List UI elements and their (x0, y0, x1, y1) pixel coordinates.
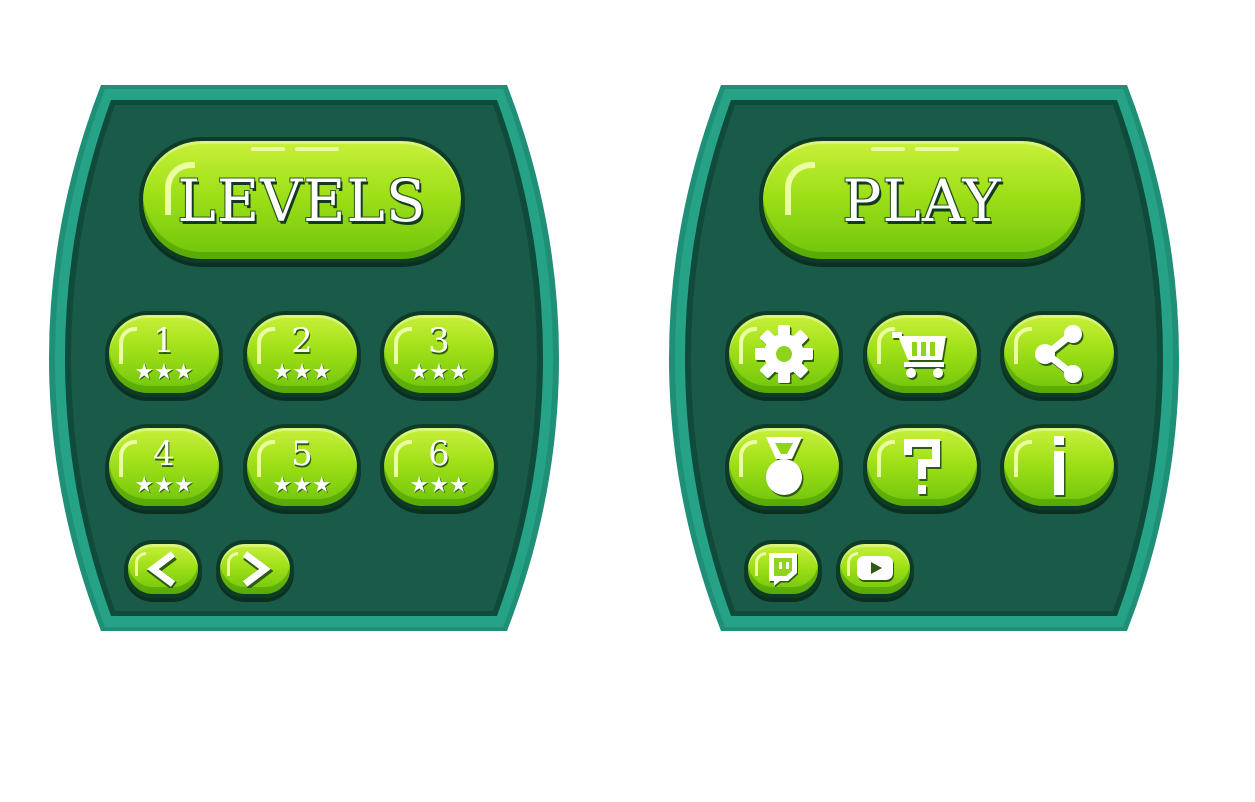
question-icon (904, 439, 942, 496)
help-button[interactable] (863, 424, 981, 510)
twitch-button[interactable] (744, 540, 822, 598)
level-6-button[interactable]: 6 ★★★ (380, 424, 498, 510)
level-stars: ★★★ (272, 360, 332, 385)
chevron-left-icon (146, 551, 177, 588)
level-number: 3 (428, 321, 450, 361)
cart-icon (892, 332, 948, 380)
level-number: 1 (153, 321, 175, 361)
youtube-icon (857, 556, 894, 582)
level-stars: ★★★ (134, 473, 194, 498)
share-button[interactable] (1000, 311, 1118, 397)
shop-button[interactable] (863, 311, 981, 397)
chevron-right-icon (242, 551, 273, 588)
level-number: 5 (291, 434, 313, 474)
level-4-button[interactable]: 4 ★★★ (105, 424, 223, 510)
medal-icon (766, 437, 804, 497)
level-1-button[interactable]: 1 ★★★ (105, 311, 223, 397)
level-number: 4 (153, 434, 175, 474)
level-3-button[interactable]: 3 ★★★ (380, 311, 498, 397)
info-icon (1054, 436, 1066, 497)
gear-icon (755, 325, 814, 384)
level-stars: ★★★ (409, 473, 469, 498)
level-stars: ★★★ (272, 473, 332, 498)
info-button[interactable] (1000, 424, 1118, 510)
play-title: PLAY (842, 167, 1002, 235)
share-icon (1035, 325, 1084, 384)
level-2-button[interactable]: 2 ★★★ (243, 311, 361, 397)
next-page-button[interactable] (216, 540, 294, 598)
achievements-button[interactable] (725, 424, 843, 510)
play-button[interactable]: PLAY (759, 137, 1085, 263)
youtube-button[interactable] (836, 540, 914, 598)
level-number: 2 (291, 321, 313, 361)
twitch-icon (769, 553, 798, 587)
level-stars: ★★★ (134, 360, 194, 385)
levels-title: LEVELS (177, 167, 427, 235)
levels-panel: LEVELS 1 ★★★ 2 ★★★ 3 ★★★ 4 ★★★ 5 ★★★ 6 ★… (49, 84, 559, 632)
previous-page-button[interactable] (124, 540, 202, 598)
level-number: 6 (428, 434, 450, 474)
play-panel: PLAY (669, 84, 1179, 632)
levels-title-button[interactable]: LEVELS (139, 137, 465, 263)
settings-button[interactable] (725, 311, 843, 397)
level-5-button[interactable]: 5 ★★★ (243, 424, 361, 510)
level-stars: ★★★ (409, 360, 469, 385)
